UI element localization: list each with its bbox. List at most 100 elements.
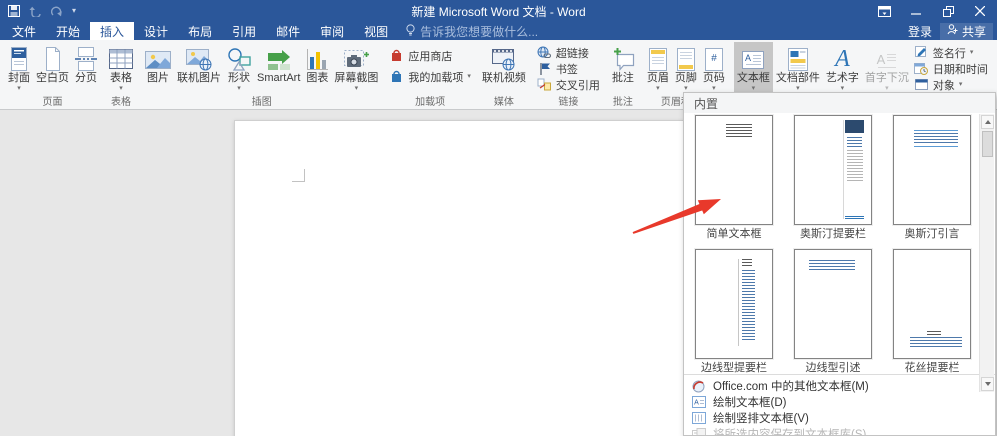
customize-qat-dropdown-icon[interactable]: ▾ xyxy=(72,7,76,15)
date-time-icon xyxy=(914,62,929,76)
menu-item-save-selection-to-gallery: 将所选内容保存到文本框库(S) xyxy=(684,426,995,435)
template-sideline-sidebar[interactable]: 边线型提要栏 xyxy=(695,249,773,375)
header-button[interactable]: 页眉 ▾ xyxy=(644,42,672,94)
tab-view[interactable]: 视图 xyxy=(354,22,398,40)
ribbon-group-comments: 批注 批注 xyxy=(606,41,640,109)
drop-cap-button: A 首字下沉 ▾ xyxy=(862,42,912,94)
ribbon-tab-bar: 文件 开始 插入 设计 布局 引用 邮件 审阅 视图 告诉我您想要做什么... xyxy=(0,22,997,40)
tab-layout[interactable]: 布局 xyxy=(178,22,222,40)
tab-insert[interactable]: 插入 xyxy=(90,22,135,40)
restore-button[interactable] xyxy=(935,1,961,21)
template-thumbnail xyxy=(794,115,872,225)
ribbon-group-addins: 应用商店 我的加载项 ▾ 加载项 xyxy=(385,41,475,109)
page-break-button[interactable]: 分页 xyxy=(72,42,100,94)
tab-home[interactable]: 开始 xyxy=(46,22,90,40)
cross-reference-icon xyxy=(537,78,552,92)
shapes-icon xyxy=(227,44,251,71)
tab-references[interactable]: 引用 xyxy=(222,22,266,40)
tell-me-placeholder: 告诉我您想要做什么... xyxy=(420,24,539,39)
dropdown-caret-icon: ▾ xyxy=(656,85,660,92)
tab-design[interactable]: 设计 xyxy=(134,22,178,40)
bookmark-button[interactable]: 书签 xyxy=(535,61,602,76)
ribbon-group-pages: 封面 ▾ 空白页 分页 页面 xyxy=(3,41,102,109)
text-box-icon: A xyxy=(742,44,765,71)
tab-review[interactable]: 审阅 xyxy=(310,22,354,40)
object-icon xyxy=(914,78,929,92)
svg-text:#: # xyxy=(711,53,717,64)
group-label-illustrations: 插图 xyxy=(251,97,272,108)
table-button[interactable]: 表格 ▾ xyxy=(106,42,136,94)
dropdown-caret-icon: ▾ xyxy=(840,85,845,92)
scroll-down-button[interactable] xyxy=(981,377,994,391)
template-gallery: 简单文本框 奥斯汀提要栏 奥斯汀引言 边线型提要栏 边线型引述 花丝提要栏 xyxy=(684,113,995,392)
template-filigree-sidebar[interactable]: 花丝提要栏 xyxy=(893,249,971,375)
blank-page-button[interactable]: 空白页 xyxy=(33,42,72,94)
wordart-icon: A xyxy=(835,46,850,72)
gallery-scrollbar[interactable] xyxy=(979,114,994,392)
menu-item-more-textboxes-office-com[interactable]: Office.com 中的其他文本框(M) xyxy=(684,378,995,394)
quick-parts-icon xyxy=(787,44,808,71)
group-label-comments: 批注 xyxy=(612,97,633,108)
minimize-button[interactable] xyxy=(903,1,929,21)
dropdown-caret-icon: ▾ xyxy=(119,85,123,92)
dropdown-caret-icon: ▾ xyxy=(467,73,471,80)
pictures-button[interactable]: 图片 xyxy=(142,42,174,94)
online-video-button[interactable]: 联机视频 xyxy=(479,42,529,94)
svg-text:A: A xyxy=(877,52,886,67)
screenshot-icon xyxy=(343,44,370,71)
sign-in-button[interactable]: 登录 xyxy=(908,23,932,40)
date-time-button[interactable]: 日期和时间 xyxy=(912,61,990,76)
my-addins-button[interactable]: 我的加载项 ▾ xyxy=(387,69,473,84)
footer-button[interactable]: 页脚 ▾ xyxy=(672,42,700,94)
cross-reference-button[interactable]: 交叉引用 xyxy=(535,77,602,92)
svg-text:A: A xyxy=(694,400,699,407)
quick-access-toolbar: ▾ xyxy=(0,5,76,17)
close-button[interactable] xyxy=(967,1,993,21)
chart-button[interactable]: 图表 xyxy=(303,42,331,94)
comment-button[interactable]: 批注 xyxy=(608,42,638,94)
text-box-button[interactable]: A 文本框 ▾ xyxy=(733,42,773,94)
save-icon[interactable] xyxy=(8,5,20,17)
dropdown-caret-icon: ▾ xyxy=(796,85,800,92)
object-button[interactable]: 对象 ▾ xyxy=(912,77,990,92)
ribbon-display-options-icon[interactable] xyxy=(871,1,897,21)
quick-parts-button[interactable]: 文档部件 ▾ xyxy=(773,42,823,94)
tab-mailings[interactable]: 邮件 xyxy=(266,22,310,40)
scroll-down-icon xyxy=(984,382,991,386)
share-button[interactable]: 共享 xyxy=(939,22,993,40)
signature-line-button[interactable]: 签名行 ▾ xyxy=(912,45,990,60)
ribbon-group-media: 联机视频 媒体 xyxy=(477,41,531,109)
group-label-media: 媒体 xyxy=(493,97,514,108)
title-bar: ▾ 新建 Microsoft Word 文档 - Word xyxy=(0,0,997,22)
online-pictures-button[interactable]: 联机图片 xyxy=(174,42,224,94)
header-icon xyxy=(648,44,667,71)
hyperlink-button[interactable]: 超链接 xyxy=(535,45,602,60)
menu-item-draw-vertical-text-box[interactable]: 绘制竖排文本框(V) xyxy=(684,410,995,426)
template-austin-quote[interactable]: 奥斯汀引言 xyxy=(893,115,971,241)
template-simple-text-box[interactable]: 简单文本框 xyxy=(695,115,773,241)
undo-icon[interactable] xyxy=(29,6,42,17)
template-thumbnail xyxy=(893,249,971,359)
shapes-button[interactable]: 形状 ▾ xyxy=(224,42,254,94)
tab-file[interactable]: 文件 xyxy=(2,22,46,40)
cover-page-button[interactable]: 封面 ▾ xyxy=(5,42,33,94)
my-addins-icon xyxy=(389,70,404,84)
tell-me-box[interactable]: 告诉我您想要做什么... xyxy=(406,22,538,40)
wordart-button[interactable]: A 艺术字 ▾ xyxy=(823,42,862,94)
dropdown-caret-icon: ▾ xyxy=(712,85,716,92)
template-austin-sidebar[interactable]: 奥斯汀提要栏 xyxy=(794,115,872,241)
scrollbar-thumb[interactable] xyxy=(982,131,993,157)
scroll-up-icon xyxy=(984,120,991,124)
draw-vertical-textbox-icon xyxy=(691,412,706,425)
page-break-icon xyxy=(75,44,97,71)
smartart-button[interactable]: SmartArt xyxy=(254,42,303,94)
store-button[interactable]: 应用商店 xyxy=(387,48,473,63)
redo-icon[interactable] xyxy=(51,6,63,17)
scroll-up-button[interactable] xyxy=(981,115,994,129)
template-sideline-quote[interactable]: 边线型引述 xyxy=(794,249,872,375)
menu-item-draw-text-box[interactable]: A 绘制文本框(D) xyxy=(684,394,995,410)
gallery-menu: Office.com 中的其他文本框(M) A 绘制文本框(D) 绘制竖排文本框… xyxy=(684,374,995,435)
page-number-button[interactable]: # 页码 ▾ xyxy=(700,42,728,94)
screenshot-button[interactable]: 屏幕截图 ▾ xyxy=(331,42,381,94)
picture-icon xyxy=(145,44,171,71)
